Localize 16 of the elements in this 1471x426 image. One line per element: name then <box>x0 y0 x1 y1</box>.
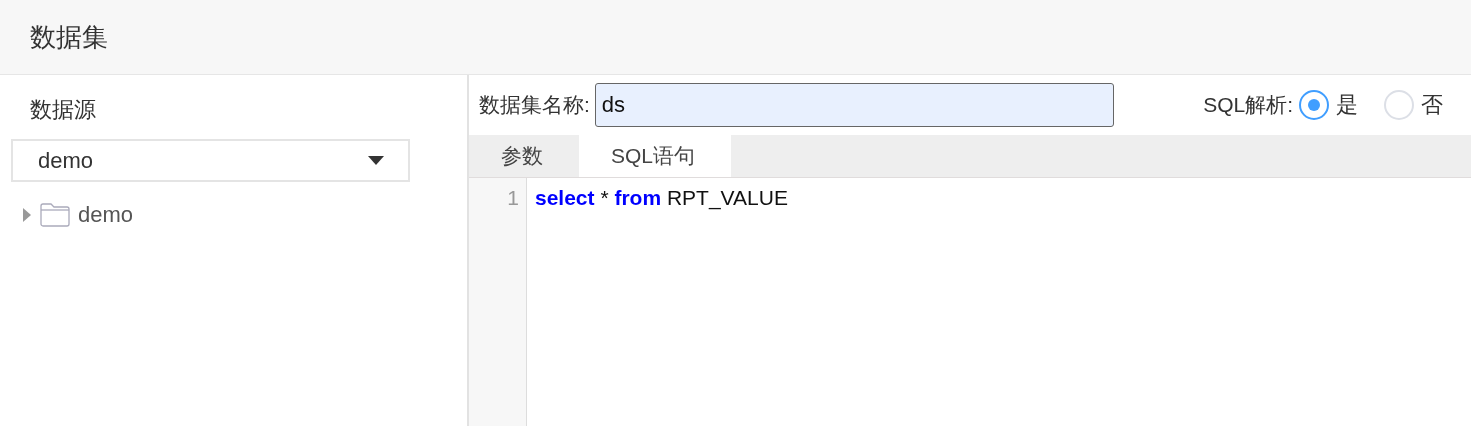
line-number: 1 <box>507 186 519 210</box>
datasource-select[interactable]: demo <box>11 139 410 182</box>
radio-option[interactable]: 是 <box>1298 89 1358 121</box>
tab[interactable]: SQL语句 <box>579 135 732 177</box>
code-line: select * from RPT_VALUE <box>535 186 788 210</box>
datasource-label: 数据源 <box>30 96 96 124</box>
name-label: 数据集名称: <box>479 92 590 118</box>
radio-option[interactable]: 否 <box>1383 89 1443 121</box>
name-input[interactable]: ds <box>594 83 1114 127</box>
page-title: 数据集 <box>30 20 108 54</box>
caret-icon <box>368 156 384 165</box>
sql-parse-label: SQL解析: <box>1203 92 1293 118</box>
tab[interactable]: 参数 <box>469 135 579 177</box>
tree-item[interactable]: demo <box>78 202 134 228</box>
expand-caret-icon[interactable] <box>22 208 32 222</box>
folder-icon <box>40 203 70 227</box>
